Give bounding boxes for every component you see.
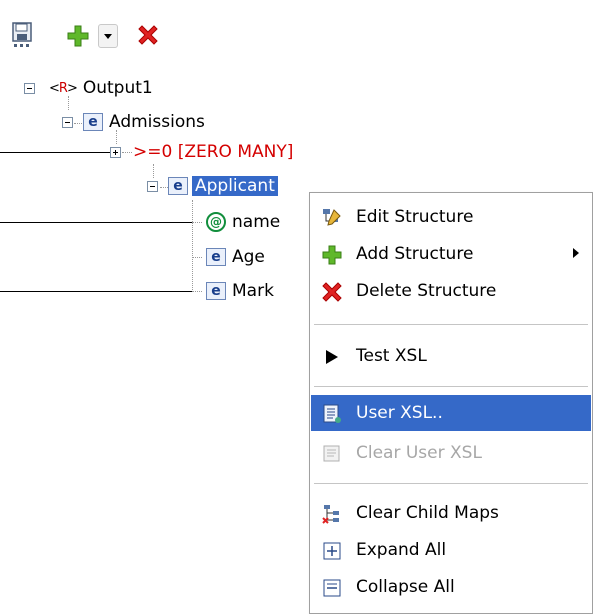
tree-node-label: Mark: [232, 281, 274, 301]
menu-separator: [314, 483, 588, 484]
save-icon[interactable]: [12, 22, 34, 48]
collapse-icon[interactable]: [24, 82, 35, 94]
play-icon: [321, 346, 343, 368]
element-icon: e: [206, 282, 226, 300]
menu-item-add-structure[interactable]: Add Structure: [311, 236, 591, 272]
menu-item-collapse-all[interactable]: Collapse All: [311, 569, 591, 605]
element-icon: e: [206, 248, 226, 266]
expand-icon[interactable]: [110, 146, 121, 158]
delete-icon[interactable]: [136, 24, 160, 48]
user-xsl-icon: [321, 403, 343, 425]
menu-item-clear-user-xsl[interactable]: Clear User XSL: [311, 435, 591, 471]
record-icon: <R>: [49, 80, 78, 96]
clear-user-xsl-icon: [321, 443, 343, 465]
submenu-arrow-icon: [573, 248, 579, 258]
delete-icon: [321, 281, 343, 303]
cardinality-label: >=0 [ZERO MANY]: [133, 142, 294, 162]
tree-node-label: Output1: [82, 78, 153, 98]
tree-node-label: Age: [232, 247, 265, 267]
add-icon[interactable]: [66, 24, 90, 48]
menu-item-user-xsl[interactable]: User XSL..: [311, 395, 591, 431]
menu-item-edit-structure[interactable]: Edit Structure: [311, 199, 591, 235]
add-icon: [321, 244, 343, 266]
mapping-line: [0, 152, 112, 153]
menu-item-test-xsl[interactable]: Test XSL: [311, 338, 591, 374]
collapse-icon[interactable]: [62, 116, 73, 128]
toolbar: [0, 0, 593, 68]
mapping-line: [0, 291, 192, 292]
menu-separator: [314, 324, 588, 325]
edit-structure-icon: [321, 207, 343, 229]
dropdown-icon[interactable]: [98, 24, 118, 48]
clear-child-maps-icon: [321, 503, 343, 525]
tree-node-output1[interactable]: <R> Output1: [24, 74, 153, 102]
menu-item-delete-structure[interactable]: Delete Structure: [311, 273, 591, 309]
mapping-line: [0, 222, 192, 223]
menu-item-clear-child-maps[interactable]: Clear Child Maps: [311, 495, 591, 531]
tree-node-label: Applicant: [191, 175, 279, 197]
tree-node-admissions[interactable]: e Admissions: [62, 108, 205, 136]
tree-node-zero-many[interactable]: >=0 [ZERO MANY]: [110, 138, 293, 166]
collapse-all-icon: [321, 577, 343, 599]
menu-separator: [314, 386, 588, 387]
tree-node-mark[interactable]: e Mark: [206, 277, 274, 305]
tree-node-label: Admissions: [109, 112, 205, 132]
expand-all-icon: [321, 540, 343, 562]
tree-node-applicant[interactable]: e Applicant: [147, 172, 279, 200]
element-icon: e: [168, 177, 188, 195]
menu-item-expand-all[interactable]: Expand All: [311, 532, 591, 568]
attribute-icon: @: [206, 212, 226, 232]
tree-node-age[interactable]: e Age: [206, 243, 265, 271]
tree-node-name[interactable]: @ name: [206, 208, 280, 236]
context-menu: Edit Structure Add Structure Delete Stru…: [309, 192, 593, 614]
element-icon: e: [83, 113, 103, 131]
collapse-icon[interactable]: [147, 180, 158, 192]
tree-node-label: name: [232, 212, 281, 232]
